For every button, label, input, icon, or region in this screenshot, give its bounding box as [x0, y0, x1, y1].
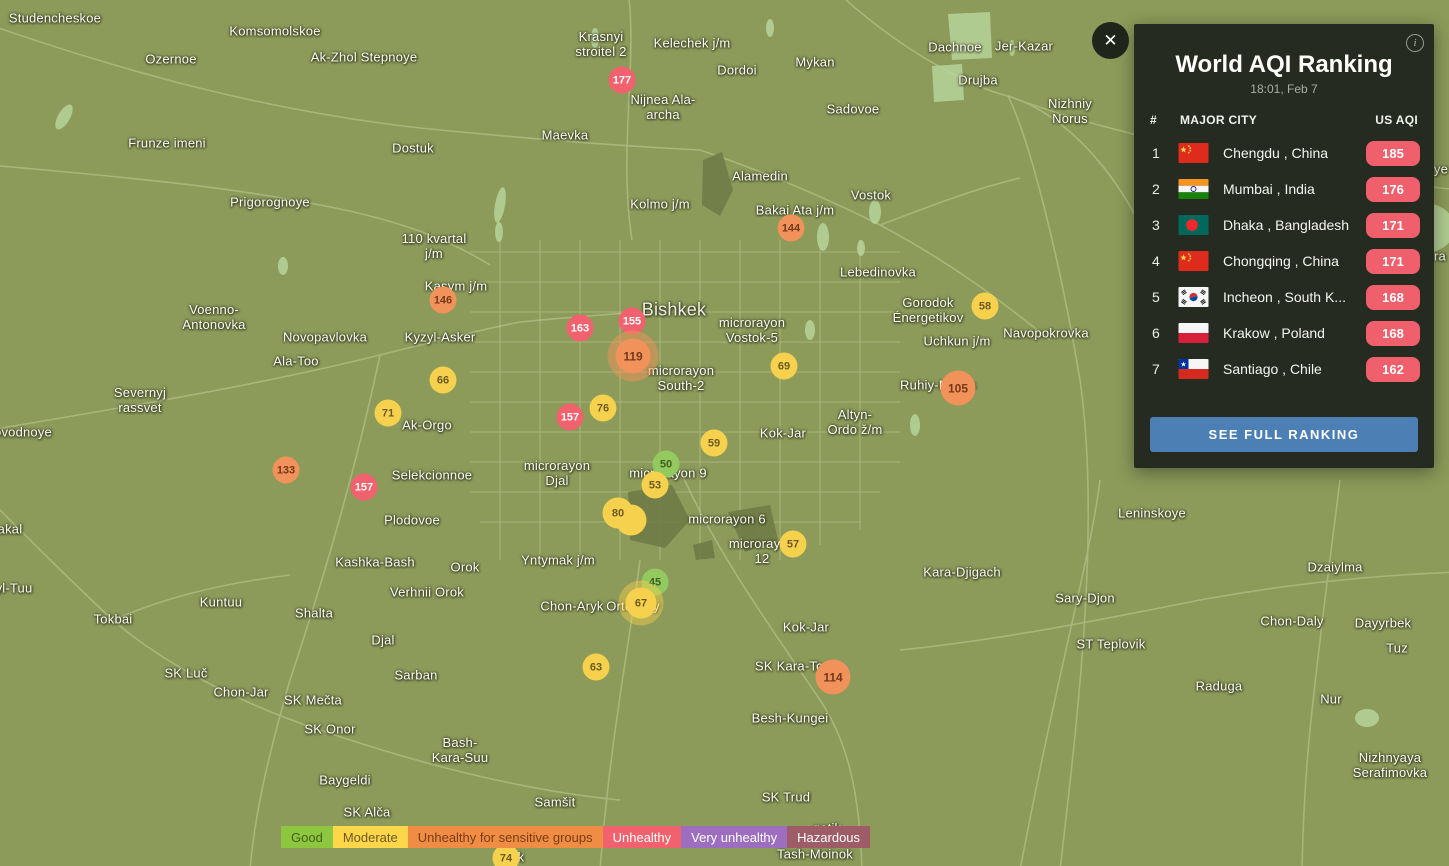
see-full-ranking-button[interactable]: SEE FULL RANKING: [1150, 417, 1418, 452]
aqi-marker[interactable]: 105: [941, 371, 976, 406]
aqi-marker[interactable]: 63: [583, 654, 610, 681]
aqi-marker[interactable]: 163: [567, 315, 594, 342]
ranking-rows: 1 Chengdu , China185 2 Mumbai , India176 3 Dh…: [1134, 135, 1434, 387]
info-icon[interactable]: i: [1406, 34, 1424, 52]
column-city: MAJOR CITY: [1180, 113, 1375, 127]
legend-item-unhealthy: Unhealthy: [603, 826, 682, 848]
city-name: Dhaka , Bangladesh: [1223, 217, 1366, 233]
aqi-marker[interactable]: 177: [609, 67, 636, 94]
flag-bd-icon: [1178, 215, 1209, 235]
ranking-row[interactable]: 2 Mumbai , India176: [1134, 171, 1434, 207]
flag-cn-icon: [1178, 251, 1209, 271]
aqi-marker[interactable]: 59: [701, 430, 728, 457]
aqi-marker[interactable]: 80: [603, 498, 634, 529]
rank-number: 1: [1148, 145, 1178, 161]
rank-number: 3: [1148, 217, 1178, 233]
close-icon: ✕: [1103, 31, 1117, 51]
ranking-row[interactable]: 5 Incheon , South K...168: [1134, 279, 1434, 315]
aqi-map-screen: StudencheskoeKomsomolskoeOzernoeAk-Zhol …: [0, 0, 1449, 866]
aqi-badge: 185: [1366, 141, 1420, 166]
rank-number: 2: [1148, 181, 1178, 197]
column-aqi: US AQI: [1375, 113, 1418, 127]
rank-number: 6: [1148, 325, 1178, 341]
aqi-badge: 168: [1366, 285, 1420, 310]
aqi-marker[interactable]: 144: [778, 215, 805, 242]
panel-title: World AQI Ranking: [1142, 51, 1426, 79]
ranking-row[interactable]: 7 Santiago , Chile162: [1134, 351, 1434, 387]
legend-item-hazardous: Hazardous: [787, 826, 870, 848]
aqi-marker[interactable]: 53: [642, 472, 669, 499]
rank-number: 7: [1148, 361, 1178, 377]
flag-in-icon: [1178, 179, 1209, 199]
aqi-marker[interactable]: 71: [375, 400, 402, 427]
legend-item-very-unhealthy: Very unhealthy: [681, 826, 787, 848]
close-panel-button[interactable]: ✕: [1092, 22, 1129, 59]
aqi-badge: 171: [1366, 249, 1420, 274]
rank-number: 5: [1148, 289, 1178, 305]
aqi-marker[interactable]: 133: [273, 457, 300, 484]
aqi-badge: 168: [1366, 321, 1420, 346]
aqi-marker[interactable]: 157: [351, 474, 378, 501]
ranking-row[interactable]: 3 Dhaka , Bangladesh171: [1134, 207, 1434, 243]
aqi-marker[interactable]: 66: [430, 367, 457, 394]
aqi-legend: GoodModerateUnhealthy for sensitive grou…: [281, 826, 870, 848]
legend-item-usg: Unhealthy for sensitive groups: [408, 826, 603, 848]
aqi-marker[interactable]: 67: [626, 588, 657, 619]
city-name: Incheon , South K...: [1223, 289, 1366, 305]
aqi-badge: 171: [1366, 213, 1420, 238]
flag-pl-icon: [1178, 323, 1209, 343]
city-name: Santiago , Chile: [1223, 361, 1366, 377]
flag-kr-icon: [1178, 287, 1209, 307]
aqi-marker[interactable]: 146: [430, 287, 457, 314]
aqi-marker[interactable]: 155: [619, 308, 646, 335]
ranking-row[interactable]: 4 Chongqing , China171: [1134, 243, 1434, 279]
city-name: Mumbai , India: [1223, 181, 1366, 197]
aqi-marker[interactable]: 57: [780, 531, 807, 558]
legend-item-moderate: Moderate: [333, 826, 408, 848]
aqi-marker[interactable]: 157: [557, 404, 584, 431]
legend-item-good: Good: [281, 826, 333, 848]
aqi-marker[interactable]: 76: [590, 395, 617, 422]
aqi-marker[interactable]: 114: [816, 660, 851, 695]
ranking-row[interactable]: 6 Krakow , Poland168: [1134, 315, 1434, 351]
aqi-marker[interactable]: 119: [616, 339, 651, 374]
panel-timestamp: 18:01, Feb 7: [1134, 82, 1434, 96]
ranking-row[interactable]: 1 Chengdu , China185: [1134, 135, 1434, 171]
rank-number: 4: [1148, 253, 1178, 269]
column-rank: #: [1150, 113, 1180, 127]
aqi-marker[interactable]: 69: [771, 353, 798, 380]
city-name: Chengdu , China: [1223, 145, 1366, 161]
world-aqi-ranking-panel: i World AQI Ranking 18:01, Feb 7 # MAJOR…: [1134, 24, 1434, 468]
flag-cn-icon: [1178, 143, 1209, 163]
city-name: Krakow , Poland: [1223, 325, 1366, 341]
aqi-badge: 176: [1366, 177, 1420, 202]
aqi-marker[interactable]: 58: [972, 293, 999, 320]
flag-cl-icon: [1178, 359, 1209, 379]
ranking-table-header: # MAJOR CITY US AQI: [1134, 113, 1434, 127]
aqi-badge: 162: [1366, 357, 1420, 382]
city-name: Chongqing , China: [1223, 253, 1366, 269]
